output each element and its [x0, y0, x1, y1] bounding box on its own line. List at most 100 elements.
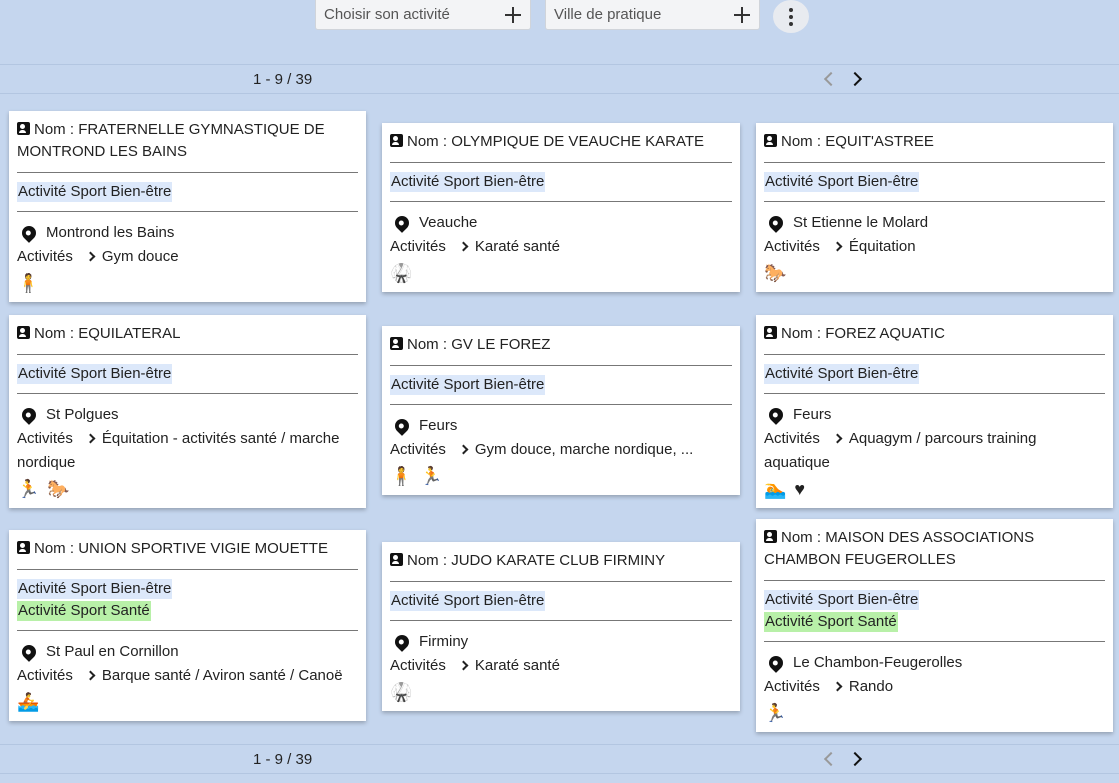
horse-icon: 🐎: [764, 263, 787, 283]
club-name-value: OLYMPIQUE DE VEAUCHE KARATE: [451, 133, 705, 150]
gym-icon: 🧍: [17, 273, 40, 293]
category-tag: Activité Sport Santé: [764, 612, 898, 632]
name-prefix: Nom :: [407, 133, 452, 150]
divider: [390, 404, 732, 405]
club-name: Nom : FOREZ AQUATIC: [764, 323, 1105, 345]
category-tags: Activité Sport Bien-être Activité Sport S…: [764, 590, 1105, 632]
activities-label: Activités: [17, 430, 73, 447]
activity-select[interactable]: Choisir son activité: [315, 0, 531, 30]
club-name: Nom : EQUILATERAL: [17, 323, 358, 345]
activities-label: Activités: [764, 238, 820, 255]
chevron-right-icon[interactable]: [847, 71, 863, 87]
location: St Etienne le Molard: [764, 211, 1105, 235]
add-icon[interactable]: [733, 6, 751, 24]
activities-label: Activités: [17, 248, 73, 265]
club-card[interactable]: Nom : UNION SPORTIVE VIGIE MOUETTE Activ…: [9, 530, 366, 721]
club-name: Nom : MAISON DES ASSOCIATIONS CHAMBON FE…: [764, 527, 1105, 571]
activity-name: Barque santé / Aviron santé / Canoë: [101, 667, 343, 684]
club-name: Nom : EQUIT'ASTREE: [764, 131, 1105, 153]
city: Montrond les Bains: [46, 224, 175, 241]
more-vert-icon: [789, 7, 793, 12]
city: St Paul en Cornillon: [46, 643, 179, 660]
divider: [17, 211, 358, 212]
club-card[interactable]: Nom : FRATERNELLE GYMNASTIQUE DE MONTRON…: [9, 111, 366, 302]
category-tag: Activité Sport Bien-être: [17, 182, 173, 202]
club-card[interactable]: Nom : JUDO KARATE CLUB FIRMINY Activité …: [382, 542, 740, 711]
activity-breadcrumb: Activités Gym douce, marche nordique, ...: [390, 438, 732, 462]
divider: [764, 354, 1105, 355]
divider: [17, 569, 358, 570]
chevron-right-icon: [832, 433, 843, 444]
category-tags: Activité Sport Bien-être: [390, 375, 732, 395]
city: Feurs: [419, 417, 458, 434]
city: Le Chambon-Feugerolles: [793, 654, 963, 671]
divider: [764, 580, 1105, 581]
chevron-right-icon[interactable]: [847, 751, 863, 767]
club-card[interactable]: Nom : GV LE FOREZ Activité Sport Bien-êt…: [382, 326, 740, 495]
club-card[interactable]: Nom : EQUILATERAL Activité Sport Bien-êt…: [9, 315, 366, 508]
chevron-right-icon: [85, 433, 96, 444]
divider: [390, 201, 732, 202]
contact-icon: [17, 326, 30, 339]
category-tags: Activité Sport Bien-être Activité Sport S…: [17, 579, 358, 621]
chevron-left-icon[interactable]: [823, 71, 839, 87]
walking-icon: 🏃: [420, 466, 443, 486]
category-tag: Activité Sport Bien-être: [390, 591, 546, 611]
add-icon[interactable]: [504, 6, 522, 24]
contact-icon: [17, 541, 30, 554]
rowing-icon: 🚣: [17, 692, 40, 712]
divider: [17, 354, 358, 355]
club-card[interactable]: Nom : EQUIT'ASTREE Activité Sport Bien-ê…: [756, 123, 1113, 292]
activities-label: Activités: [390, 238, 446, 255]
club-card[interactable]: Nom : OLYMPIQUE DE VEAUCHE KARATE Activi…: [382, 123, 740, 292]
location: Veauche: [390, 211, 732, 235]
horse-icon: 🐎: [47, 479, 70, 499]
chevron-left-icon[interactable]: [823, 751, 839, 767]
martial-arts-icon: 🥋: [390, 263, 413, 283]
activity-icons: 🏃: [764, 702, 1105, 724]
location: Le Chambon-Feugerolles: [764, 651, 1105, 675]
divider: [17, 630, 358, 631]
name-prefix: Nom :: [781, 325, 826, 342]
activities-label: Activités: [17, 667, 73, 684]
walking-icon: 🏃: [764, 703, 787, 723]
club-card[interactable]: Nom : MAISON DES ASSOCIATIONS CHAMBON FE…: [756, 519, 1113, 732]
divider: [17, 172, 358, 173]
heart-icon: ♥: [794, 479, 806, 499]
divider: [764, 641, 1105, 642]
activities-label: Activités: [390, 657, 446, 674]
activity-breadcrumb: Activités Gym douce: [17, 245, 358, 269]
more-options-button[interactable]: [773, 0, 809, 33]
club-card[interactable]: Nom : FOREZ AQUATIC Activité Sport Bien-…: [756, 315, 1113, 508]
walking-icon: 🏃: [17, 479, 40, 499]
city-select[interactable]: Ville de pratique: [545, 0, 760, 30]
city: Firminy: [419, 633, 469, 650]
city: St Etienne le Molard: [793, 214, 929, 231]
club-name: Nom : OLYMPIQUE DE VEAUCHE KARATE: [390, 131, 732, 153]
activity-icons: 🥋: [390, 681, 732, 703]
activity-breadcrumb: Activités Karaté santé: [390, 235, 732, 259]
location: Montrond les Bains: [17, 221, 358, 245]
chevron-right-icon: [458, 660, 469, 671]
location-pin-icon: [766, 653, 786, 673]
chevron-right-icon: [458, 241, 469, 252]
divider: [390, 365, 732, 366]
location-pin-icon: [19, 223, 39, 243]
city: Feurs: [793, 406, 832, 423]
category-tags: Activité Sport Bien-être: [764, 364, 1105, 384]
city: St Polgues: [46, 406, 119, 423]
gym-icon: 🧍: [390, 466, 413, 486]
activity-name: Karaté santé: [474, 657, 560, 674]
category-tag: Activité Sport Bien-être: [17, 579, 173, 599]
location-pin-icon: [766, 405, 786, 425]
contact-icon: [764, 530, 777, 543]
activity-select-label: Choisir son activité: [324, 6, 450, 23]
divider: [390, 162, 732, 163]
filter-bar: Choisir son activité Ville de pratique: [0, 0, 1119, 65]
city: Veauche: [419, 214, 478, 231]
name-prefix: Nom :: [34, 121, 79, 138]
location: St Paul en Cornillon: [17, 640, 358, 664]
location-pin-icon: [19, 642, 39, 662]
name-prefix: Nom :: [34, 540, 79, 557]
location: Feurs: [390, 414, 732, 438]
